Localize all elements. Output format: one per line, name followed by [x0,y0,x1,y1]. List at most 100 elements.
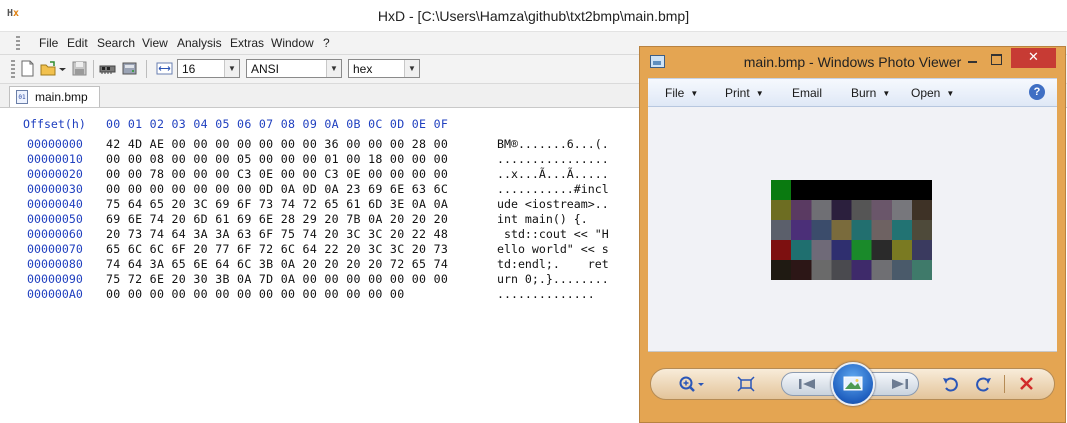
bitmap-pixel [851,200,873,221]
row-bytes[interactable]: 00 00 00 00 00 00 00 0D 0A 0D 0A 23 69 6… [106,182,448,196]
bitmap-pixel [791,180,812,201]
row-bytes[interactable]: 75 72 6E 20 30 3B 0A 7D 0A 00 00 00 00 0… [106,272,448,286]
next-icon[interactable] [888,375,912,393]
bitmap-pixel [771,180,792,201]
row-text[interactable]: ello world" << s [497,242,609,256]
photo-viewer-bottom-bar [640,352,1065,422]
bitmap-pixel [891,240,913,261]
hex-editor-view[interactable]: Offset(h) 00 01 02 03 04 05 06 07 08 09 … [0,108,640,423]
tab-label: main.bmp [35,90,88,104]
row-bytes[interactable]: 69 6E 74 20 6D 61 69 6E 28 29 20 7B 0A 2… [106,212,448,226]
row-offset: 00000040 [27,197,83,211]
row-offset: 00000020 [27,167,83,181]
row-text[interactable]: urn 0;.}........ [497,272,609,286]
save-icon[interactable] [71,60,88,77]
toolbar-grip-handle[interactable] [11,60,15,78]
zoom-icon[interactable] [678,375,706,393]
menu-help[interactable]: ? [323,36,330,50]
bitmap-pixel [831,220,852,241]
maximize-button[interactable] [987,50,1007,68]
ram-editor-icon[interactable] [99,60,116,77]
chevron-down-icon[interactable]: ▼ [224,60,239,77]
pv-menu-print[interactable]: Print ▼ [725,86,764,100]
row-text[interactable]: ude <iostream>.. [497,197,609,211]
row-text[interactable]: ...........#incl [497,182,609,196]
bytes-per-row-icon [156,60,173,77]
menu-view[interactable]: View [142,36,168,50]
hex-row: 00000030 00 00 00 00 00 00 00 0D 0A 0D 0… [0,182,640,197]
offset-base-select[interactable]: hex ▼ [348,59,420,78]
control-separator [1004,375,1005,393]
pv-menu-file[interactable]: File ▼ [665,86,698,100]
pv-menu-open[interactable]: Open ▼ [911,86,954,100]
bitmap-pixel [771,260,792,280]
chevron-down-icon[interactable] [58,60,67,77]
hex-row: 00000040 75 64 65 20 3C 69 6F 73 74 72 6… [0,197,640,212]
hex-row: 00000010 00 00 08 00 00 00 05 00 00 00 0… [0,152,640,167]
menu-extras[interactable]: Extras [230,36,264,50]
slideshow-button[interactable] [831,362,875,406]
new-file-icon[interactable] [19,60,36,77]
tab-main-bmp[interactable]: 01 main.bmp [9,86,100,107]
chevron-down-icon[interactable]: ▼ [326,60,341,77]
menu-edit[interactable]: Edit [67,36,88,50]
slideshow-icon [843,376,863,391]
menu-grip-handle[interactable] [16,36,20,50]
row-bytes[interactable]: 42 4D AE 00 00 00 00 00 00 00 36 00 00 0… [106,137,448,151]
row-offset: 00000050 [27,212,83,226]
bitmap-pixel [771,240,792,261]
chevron-down-icon: ▼ [755,89,764,98]
column-offsets: 00 01 02 03 04 05 06 07 08 09 0A 0B 0C 0… [106,117,449,131]
row-bytes[interactable]: 74 64 3A 65 6E 64 6C 3B 0A 20 20 20 20 7… [106,257,448,271]
photo-viewer-title-bar[interactable]: main.bmp - Windows Photo Viewer ✕ [640,47,1065,79]
row-bytes[interactable]: 00 00 78 00 00 00 C3 0E 00 00 C3 0E 00 0… [106,167,448,181]
bitmap-pixel [911,220,932,241]
menu-file[interactable]: File [39,36,58,50]
charset-select[interactable]: ANSI ▼ [246,59,342,78]
row-text[interactable]: int main() {. [497,212,609,226]
minimize-button[interactable] [963,50,983,68]
bitmap-pixel [911,240,932,261]
bitmap-pixel [851,240,873,261]
previous-icon[interactable] [796,375,820,393]
rotate-counterclockwise-icon[interactable] [941,375,961,393]
menu-search[interactable]: Search [97,36,135,50]
row-offset: 00000080 [27,257,83,271]
pv-menu-burn[interactable]: Burn ▼ [851,86,890,100]
hex-row: 00000060 20 73 74 64 3A 3A 63 6F 75 74 2… [0,227,640,242]
row-text[interactable]: std::cout << "H [497,227,609,241]
actual-size-icon[interactable] [736,375,756,393]
row-text[interactable]: BM®.......6...(. [497,137,609,151]
menu-window[interactable]: Window [271,36,314,50]
bitmap-pixel [911,180,932,201]
rotate-clockwise-icon[interactable] [973,375,993,393]
row-text[interactable]: td:endl;. ret [497,257,609,271]
open-folder-icon[interactable] [40,60,57,77]
hex-row: 00000020 00 00 78 00 00 00 C3 0E 00 00 C… [0,167,640,182]
help-icon[interactable]: ? [1029,84,1045,100]
disk-editor-icon[interactable] [121,60,138,77]
hex-row: 00000070 65 6C 6C 6F 20 77 6F 72 6C 64 2… [0,242,640,257]
photo-canvas [648,107,1057,352]
row-bytes[interactable]: 00 00 08 00 00 00 05 00 00 00 01 00 18 0… [106,152,448,166]
chevron-down-icon[interactable]: ▼ [404,60,419,77]
row-bytes[interactable]: 20 73 74 64 3A 3A 63 6F 75 74 20 3C 3C 2… [106,227,448,241]
bitmap-pixel [871,200,893,221]
pv-menu-email[interactable]: Email [792,86,822,100]
bytes-per-row-select[interactable]: 16 ▼ [177,59,240,78]
menu-analysis[interactable]: Analysis [177,36,222,50]
row-bytes[interactable]: 00 00 00 00 00 00 00 00 00 00 00 00 00 0… [106,287,404,301]
row-bytes[interactable]: 65 6C 6C 6F 20 77 6F 72 6C 64 22 20 3C 3… [106,242,448,256]
close-button[interactable]: ✕ [1011,48,1056,68]
bitmap-pixel [791,240,812,261]
bitmap-pixel [831,260,852,280]
bitmap-pixel [771,200,792,221]
row-text[interactable]: ..x...Ã...Ã..... [497,167,609,181]
delete-icon[interactable] [1017,375,1037,393]
row-text[interactable]: .............. [497,287,595,301]
row-bytes[interactable]: 75 64 65 20 3C 69 6F 73 74 72 65 61 6D 3… [106,197,448,211]
bitmap-pixel [891,200,913,221]
hex-row: 00000000 42 4D AE 00 00 00 00 00 00 00 3… [0,137,640,152]
row-offset: 00000000 [27,137,83,151]
row-text[interactable]: ................ [497,152,609,166]
